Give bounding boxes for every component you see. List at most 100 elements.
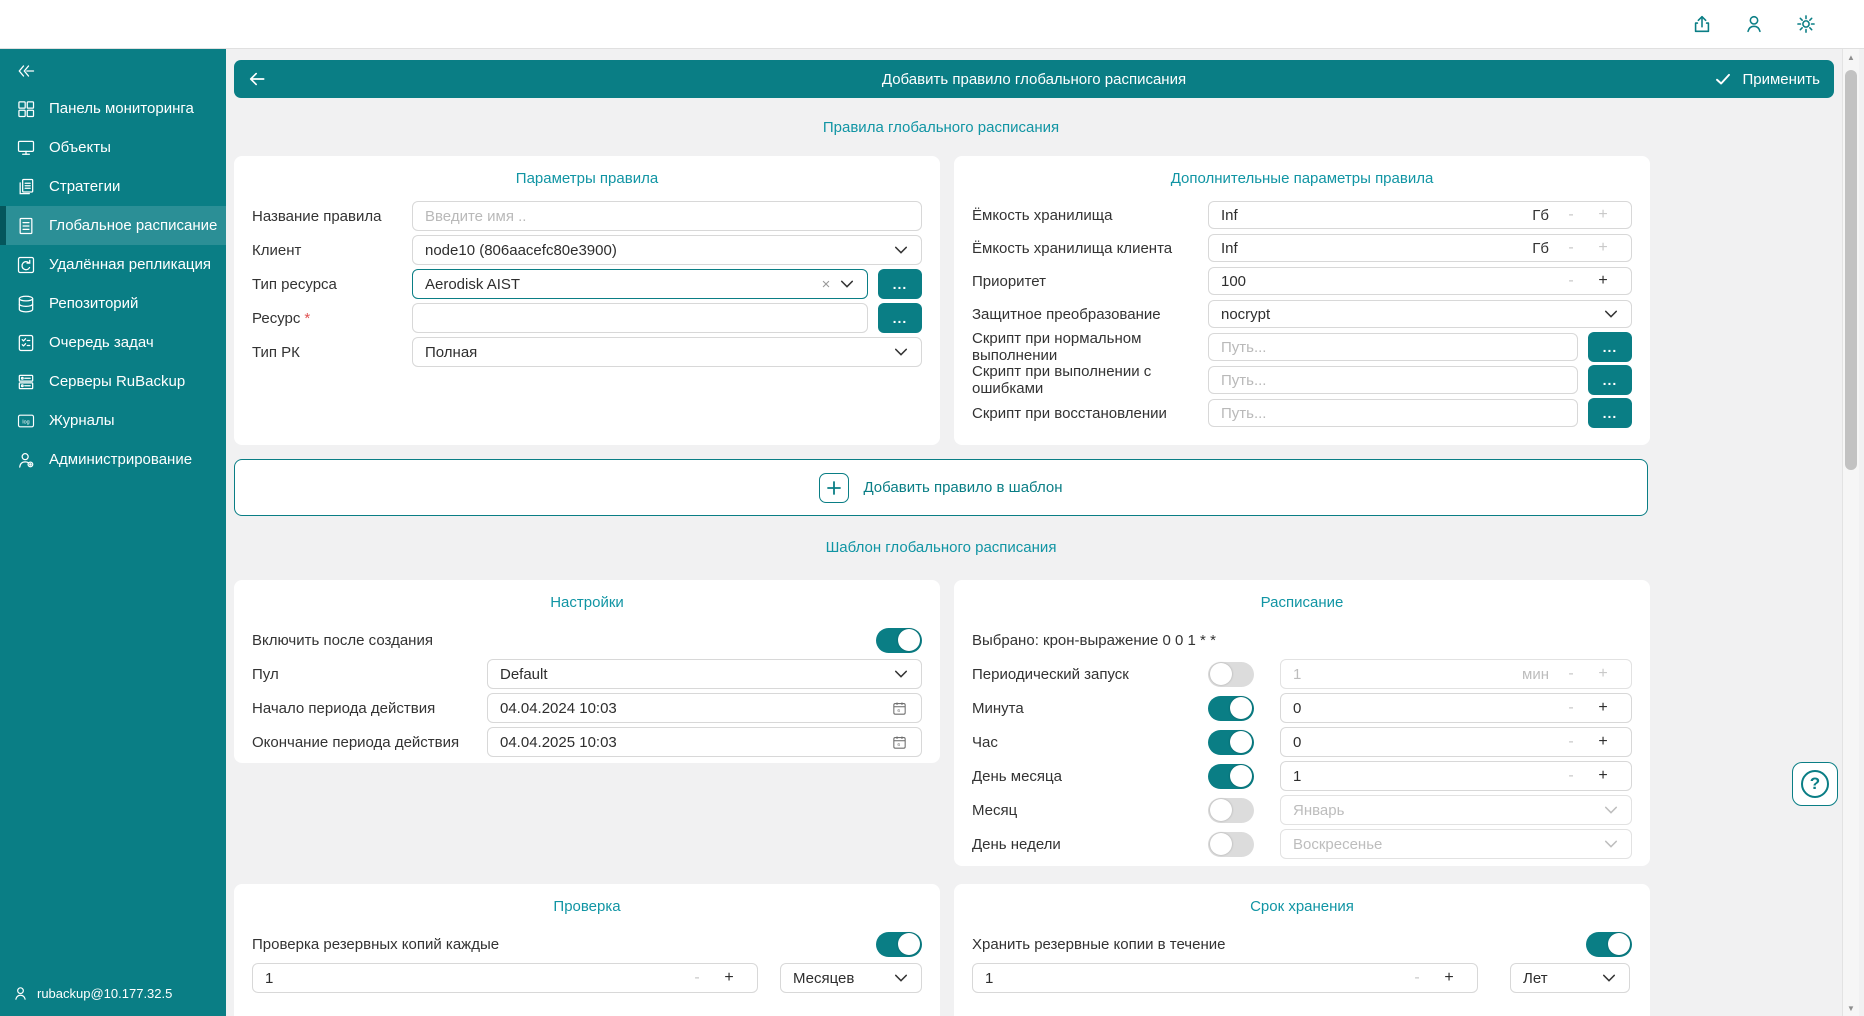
- enable-after-row: Включить после создания: [252, 625, 922, 655]
- retention-toggle[interactable]: [1586, 932, 1632, 957]
- rule-name-input[interactable]: Введите имя ..: [412, 201, 922, 231]
- clear-icon[interactable]: ×: [813, 276, 839, 293]
- minus-stepper[interactable]: -: [1555, 239, 1587, 257]
- help-button[interactable]: ?: [1792, 762, 1838, 806]
- sidebar-item-servers[interactable]: Серверы RuBackup: [0, 362, 226, 401]
- sidebar-item-remote-replication[interactable]: Удалённая репликация: [0, 245, 226, 284]
- minute-input[interactable]: 0 - +: [1280, 693, 1632, 723]
- minus-stepper[interactable]: -: [1555, 767, 1587, 785]
- script-ok-more-button[interactable]: ...: [1588, 332, 1632, 362]
- export-icon[interactable]: [1690, 12, 1714, 36]
- month-day-input[interactable]: 1 - +: [1280, 761, 1632, 791]
- schedule-card: Расписание Выбрано: крон-выражение 0 0 1…: [954, 580, 1650, 866]
- retention-unit-select[interactable]: Лет: [1510, 963, 1630, 993]
- week-day-row: День недели Воскресенье: [972, 829, 1632, 859]
- capacity-input[interactable]: Inf Гб - +: [1208, 201, 1632, 229]
- week-day-select[interactable]: Воскресенье: [1280, 829, 1632, 859]
- crypto-select[interactable]: nocrypt: [1208, 300, 1632, 328]
- minus-stepper[interactable]: -: [1555, 272, 1587, 290]
- periodic-toggle[interactable]: [1208, 662, 1254, 687]
- script-restore-placeholder: Путь...: [1221, 405, 1565, 422]
- minus-stepper[interactable]: -: [681, 969, 713, 987]
- period-end-value: 04.04.2025 10:03: [500, 734, 889, 751]
- sidebar-item-dashboard[interactable]: Панель мониторинга: [0, 89, 226, 128]
- scroll-up-arrow[interactable]: ▲: [1843, 49, 1859, 65]
- plus-stepper[interactable]: +: [1587, 699, 1619, 717]
- week-day-toggle[interactable]: [1208, 832, 1254, 857]
- resource-more-button[interactable]: ...: [878, 303, 922, 333]
- sidebar-item-task-queue[interactable]: Очередь задач: [0, 323, 226, 362]
- plus-icon: [819, 473, 849, 503]
- calendar-icon[interactable]: 6: [889, 700, 909, 717]
- script-restore-more-button[interactable]: ...: [1588, 398, 1632, 428]
- month-select[interactable]: Январь: [1280, 795, 1632, 825]
- plus-stepper[interactable]: +: [1587, 206, 1619, 224]
- minus-stepper[interactable]: -: [1401, 969, 1433, 987]
- period-end-input[interactable]: 04.04.2025 10:03 6: [487, 727, 922, 757]
- scroll-down-arrow[interactable]: ▼: [1843, 1000, 1859, 1016]
- client-capacity-unit: Гб: [1532, 240, 1549, 257]
- priority-input[interactable]: 100 - +: [1208, 267, 1632, 295]
- toggle-knob: [898, 933, 920, 955]
- hour-input[interactable]: 0 - +: [1280, 727, 1632, 757]
- collapse-sidebar-icon[interactable]: [0, 53, 226, 89]
- user-icon[interactable]: [1742, 12, 1766, 36]
- calendar-icon[interactable]: 6: [889, 734, 909, 751]
- plus-stepper[interactable]: +: [1587, 665, 1619, 683]
- resource-input[interactable]: [412, 303, 868, 333]
- chevron-down-icon: [1603, 805, 1619, 815]
- apply-button[interactable]: Применить: [1713, 60, 1820, 98]
- resource-type-combobox[interactable]: Aerodisk AIST ×: [412, 269, 868, 299]
- page-action-bar: Добавить правило глобального расписания …: [234, 60, 1834, 98]
- vertical-scrollbar[interactable]: ▲ ▼: [1842, 49, 1859, 1016]
- sidebar-item-global-schedule[interactable]: Глобальное расписание: [0, 206, 226, 245]
- gear-icon[interactable]: [1794, 12, 1818, 36]
- plus-stepper[interactable]: +: [1587, 733, 1619, 751]
- chevron-down-icon: [893, 669, 909, 679]
- backup-type-select[interactable]: Полная: [412, 337, 922, 367]
- rule-name-placeholder: Введите имя ..: [425, 208, 909, 225]
- resource-type-more-button[interactable]: ...: [878, 269, 922, 299]
- verification-toggle[interactable]: [876, 932, 922, 957]
- sidebar-item-administration[interactable]: Администрирование: [0, 440, 226, 479]
- month-day-toggle[interactable]: [1208, 764, 1254, 789]
- retention-interval-input[interactable]: 1 - +: [972, 963, 1478, 993]
- minus-stepper[interactable]: -: [1555, 699, 1587, 717]
- sidebar-item-objects[interactable]: Объекты: [0, 128, 226, 167]
- month-toggle[interactable]: [1208, 798, 1254, 823]
- verification-unit-select[interactable]: Месяцев: [780, 963, 922, 993]
- client-capacity-input[interactable]: Inf Гб - +: [1208, 234, 1632, 262]
- sidebar-item-repository[interactable]: Репозиторий: [0, 284, 226, 323]
- client-select[interactable]: node10 (806aacefc80e3900): [412, 235, 922, 265]
- enable-after-toggle[interactable]: [876, 628, 922, 653]
- verification-interval-input[interactable]: 1 - +: [252, 963, 758, 993]
- hour-toggle[interactable]: [1208, 730, 1254, 755]
- script-restore-input[interactable]: Путь...: [1208, 399, 1578, 427]
- sidebar-item-logs[interactable]: log Журналы: [0, 401, 226, 440]
- add-rule-to-template-button[interactable]: Добавить правило в шаблон: [234, 459, 1648, 516]
- resource-type-label: Тип ресурса: [252, 276, 412, 293]
- plus-stepper[interactable]: +: [1587, 767, 1619, 785]
- script-err-more-button[interactable]: ...: [1588, 365, 1632, 395]
- script-err-input[interactable]: Путь...: [1208, 366, 1578, 394]
- week-day-label: День недели: [972, 836, 1208, 853]
- minus-stepper[interactable]: -: [1555, 665, 1587, 683]
- minus-stepper[interactable]: -: [1555, 733, 1587, 751]
- period-start-input[interactable]: 04.04.2024 10:03 6: [487, 693, 922, 723]
- logged-in-user: rubackup@10.177.32.5: [12, 985, 172, 1002]
- plus-stepper[interactable]: +: [713, 969, 745, 987]
- back-button[interactable]: [234, 60, 280, 98]
- minute-value: 0: [1293, 700, 1555, 717]
- periodic-label: Периодический запуск: [972, 666, 1208, 683]
- minus-stepper[interactable]: -: [1555, 206, 1587, 224]
- periodic-input[interactable]: 1 мин - +: [1280, 659, 1632, 689]
- plus-stepper[interactable]: +: [1433, 969, 1465, 987]
- pool-select[interactable]: Default: [487, 659, 922, 689]
- sidebar-item-label: Репозиторий: [49, 295, 138, 312]
- plus-stepper[interactable]: +: [1587, 239, 1619, 257]
- sidebar-item-strategies[interactable]: Стратегии: [0, 167, 226, 206]
- scrollbar-thumb[interactable]: [1845, 70, 1857, 470]
- script-ok-input[interactable]: Путь...: [1208, 333, 1578, 361]
- plus-stepper[interactable]: +: [1587, 272, 1619, 290]
- minute-toggle[interactable]: [1208, 696, 1254, 721]
